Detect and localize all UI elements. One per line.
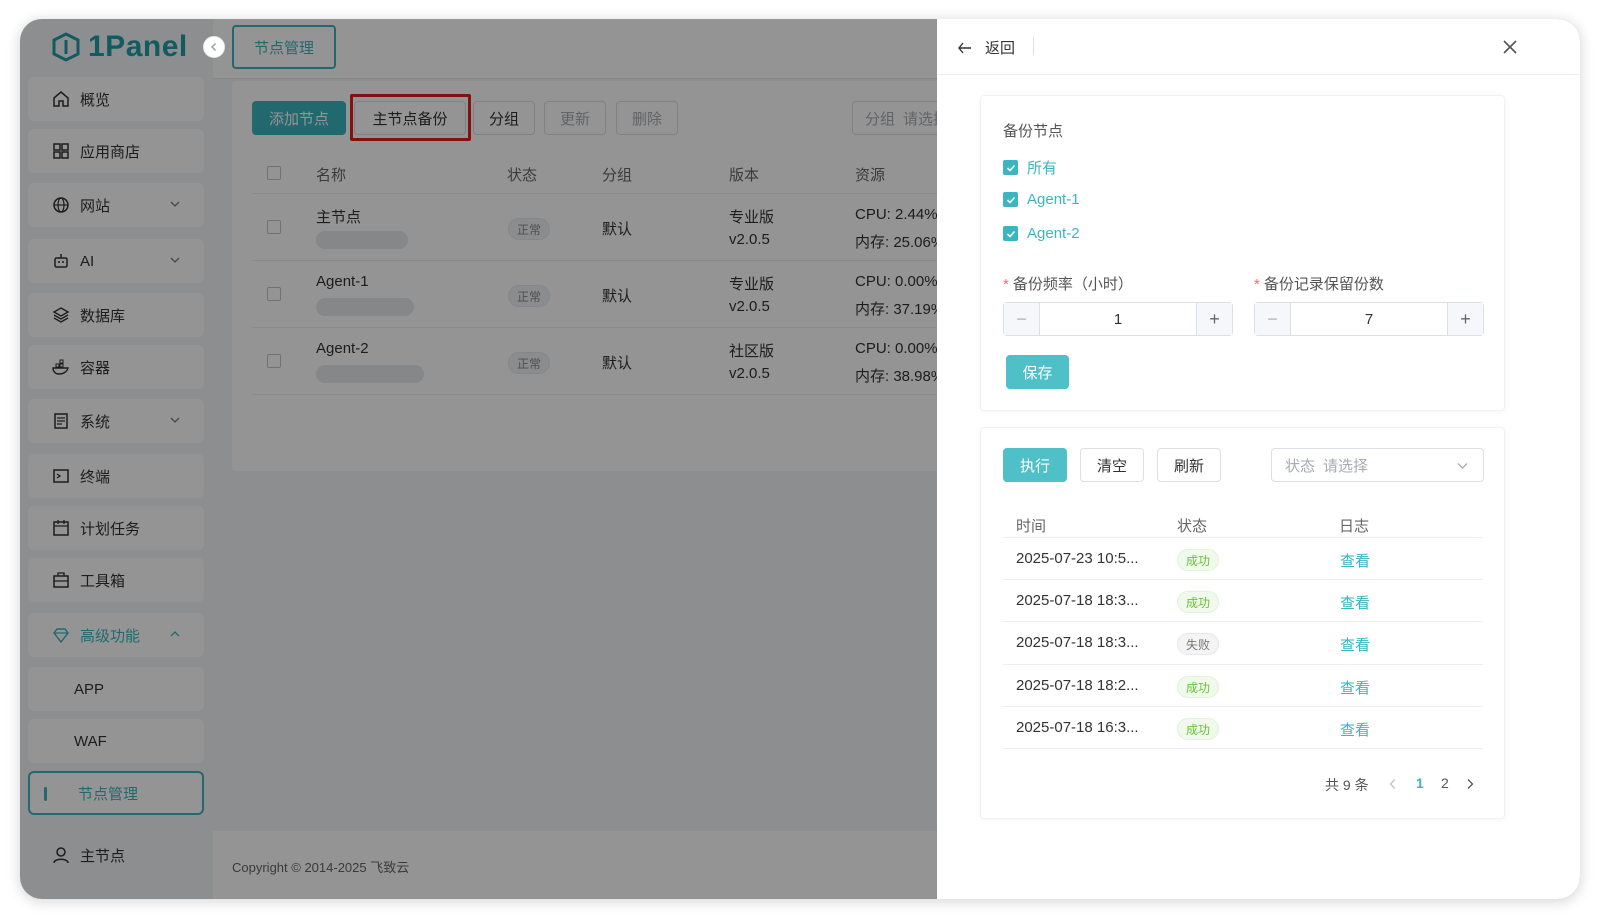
log-time: 2025-07-23 10:5...: [1016, 550, 1139, 567]
retention-count-stepper: − 7 +: [1254, 302, 1484, 336]
view-log-link[interactable]: 查看: [1340, 592, 1370, 613]
decrement-button[interactable]: −: [1004, 303, 1040, 335]
log-column-status: 状态: [1177, 518, 1208, 535]
checkbox-checked-icon: [1003, 192, 1018, 207]
backup-nodes-label: 备份节点: [1003, 123, 1064, 140]
save-button[interactable]: 保存: [1006, 355, 1069, 389]
backup-drawer: 返回 备份节点 所有 Agent-1 Agent-2 * 备份频率（小时） * 备份…: [937, 19, 1580, 899]
log-time: 2025-07-18 18:3...: [1016, 592, 1139, 609]
node-checkbox-label: Agent-2: [1027, 225, 1080, 242]
backup-frequency-stepper: − 1 +: [1003, 302, 1233, 336]
divider: [1033, 37, 1034, 55]
increment-button[interactable]: +: [1447, 303, 1483, 335]
view-log-link[interactable]: 查看: [1340, 550, 1370, 571]
divider: [1003, 621, 1483, 622]
view-log-link[interactable]: 查看: [1340, 634, 1370, 655]
status-filter-select[interactable]: 状态 请选择: [1271, 448, 1484, 482]
divider: [1003, 706, 1483, 707]
retention-count-label: * 备份记录保留份数: [1254, 276, 1384, 293]
node-checkbox-agent-2[interactable]: Agent-2: [1003, 225, 1080, 242]
log-column-time: 时间: [1016, 518, 1047, 535]
chevron-right-icon[interactable]: [1465, 778, 1475, 790]
decrement-button[interactable]: −: [1255, 303, 1291, 335]
log-column-log: 日志: [1339, 518, 1370, 535]
chevron-down-icon: [1457, 463, 1468, 469]
refresh-button[interactable]: 刷新: [1157, 448, 1221, 482]
log-time: 2025-07-18 18:2...: [1016, 677, 1139, 694]
backup-frequency-input[interactable]: 1: [1040, 303, 1196, 335]
status-badge: 失败: [1177, 633, 1219, 655]
divider: [937, 74, 1580, 75]
retention-count-label-text: 备份记录保留份数: [1263, 276, 1384, 293]
node-checkbox-agent-1[interactable]: Agent-1: [1003, 191, 1080, 208]
checkbox-checked-icon: [1003, 160, 1018, 175]
status-badge: 成功: [1177, 549, 1219, 571]
retention-count-input[interactable]: 7: [1291, 303, 1447, 335]
app-window: 1Panel 概览 应用商店 网站 AI 数据库 容器 系统 终端 计划任务 工…: [20, 19, 1580, 899]
run-button[interactable]: 执行: [1003, 448, 1067, 482]
divider: [1003, 748, 1483, 749]
status-badge: 成功: [1177, 718, 1219, 740]
chevron-left-icon: [211, 43, 216, 51]
chevron-left-icon[interactable]: [1388, 778, 1398, 790]
status-badge: 成功: [1177, 676, 1219, 698]
divider: [1003, 537, 1483, 538]
divider: [1003, 579, 1483, 580]
log-time: 2025-07-18 18:3...: [1016, 634, 1139, 651]
node-checkbox-all[interactable]: 所有: [1003, 157, 1057, 178]
pagination-total: 共 9 条: [1325, 777, 1369, 793]
view-log-link[interactable]: 查看: [1340, 677, 1370, 698]
status-badge: 成功: [1177, 591, 1219, 613]
backup-frequency-label-text: 备份频率（小时）: [1012, 276, 1133, 293]
status-filter-label: 状态: [1285, 457, 1316, 475]
pagination-page[interactable]: 1: [1416, 775, 1424, 791]
backup-frequency-label: * 备份频率（小时）: [1003, 276, 1133, 293]
status-filter-placeholder: 请选择: [1323, 457, 1369, 475]
collapse-sidebar-button[interactable]: [203, 36, 225, 58]
back-label: 返回: [985, 40, 1016, 57]
arrow-left-icon: [958, 42, 971, 53]
log-time: 2025-07-18 16:3...: [1016, 719, 1139, 736]
clear-button[interactable]: 清空: [1080, 448, 1144, 482]
node-checkbox-label: 所有: [1027, 160, 1058, 177]
backup-log-panel: [980, 427, 1505, 819]
node-checkbox-label: Agent-1: [1027, 191, 1080, 208]
divider: [1003, 664, 1483, 665]
checkbox-checked-icon: [1003, 226, 1018, 241]
pagination-page[interactable]: 2: [1441, 775, 1449, 791]
close-icon[interactable]: [1500, 37, 1520, 57]
increment-button[interactable]: +: [1196, 303, 1232, 335]
view-log-link[interactable]: 查看: [1340, 719, 1370, 740]
back-button[interactable]: 返回: [957, 37, 1015, 58]
